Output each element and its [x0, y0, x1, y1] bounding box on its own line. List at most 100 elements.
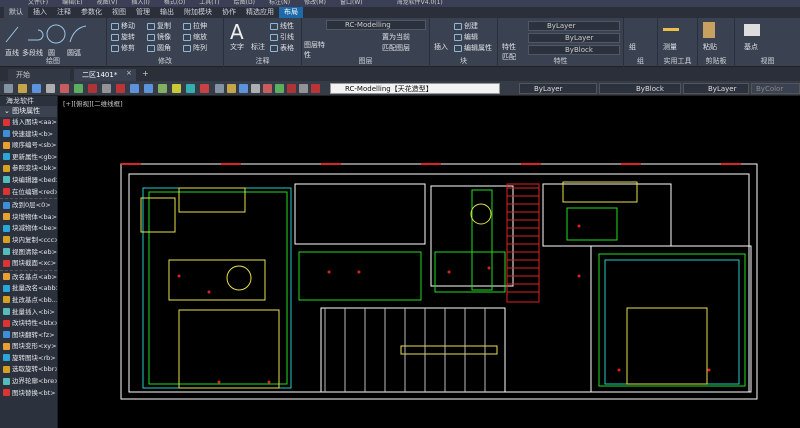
dimension-tool[interactable]: 标注: [251, 42, 265, 52]
sidebar-item[interactable]: 图块翻转<fz>: [0, 330, 57, 342]
menu-item[interactable]: 窗口(W): [340, 0, 363, 7]
linetype-dropdown[interactable]: ByLayer: [528, 33, 620, 43]
ribbon-tab[interactable]: 参数化: [76, 7, 107, 18]
ribbon-tab[interactable]: 输出: [155, 7, 179, 18]
drawing-canvas[interactable]: [+][俯视][二维线框]: [59, 96, 800, 428]
toolbar-button[interactable]: [158, 84, 167, 93]
sidebar-item[interactable]: 改名基点<ab>: [0, 272, 57, 284]
toolbar-button[interactable]: [172, 84, 181, 93]
menu-item[interactable]: 插入(I): [131, 0, 149, 7]
modify-tool[interactable]: 修剪: [111, 43, 135, 53]
ribbon-tab[interactable]: 精选应用: [241, 7, 279, 18]
sidebar-item[interactable]: 视图清除<eb>: [0, 247, 57, 259]
toolbar-button[interactable]: [186, 84, 195, 93]
text-tool[interactable]: 文字: [230, 42, 244, 52]
sidebar-item[interactable]: 改到0层<0>: [0, 200, 57, 212]
insert-tool[interactable]: 插入: [434, 42, 448, 52]
sidebar-item[interactable]: 旋转图块<rb>: [0, 353, 57, 365]
modify-tool[interactable]: 缩放: [183, 32, 207, 42]
sidebar-item[interactable]: 改块特性<btx>: [0, 318, 57, 330]
sidebar-item[interactable]: 插入图块<aa>: [0, 117, 57, 129]
modify-tool[interactable]: 旋转: [111, 32, 135, 42]
ribbon-tab[interactable]: 插入: [28, 7, 52, 18]
toolbar-button[interactable]: [144, 84, 153, 93]
ribbon-tab[interactable]: 注释: [52, 7, 76, 18]
layer-dropdown[interactable]: RC-Modelling: [326, 20, 426, 30]
lineweight-dropdown[interactable]: ByBlock: [528, 45, 620, 55]
modify-tool[interactable]: 圆角: [147, 43, 171, 53]
menu-item[interactable]: 修改(M): [304, 0, 326, 7]
sidebar-item[interactable]: 图块变形<xy>: [0, 341, 57, 353]
sidebar-item[interactable]: 更新属性<gb>: [0, 152, 57, 164]
tab-start[interactable]: 开始: [8, 69, 70, 81]
toolbar-button[interactable]: [32, 84, 41, 93]
set-current-tool[interactable]: 置为当前: [382, 32, 410, 42]
menu-item[interactable]: 绘图(D): [234, 0, 255, 7]
ribbon-tab[interactable]: 管理: [131, 7, 155, 18]
toolbar-button[interactable]: [102, 84, 111, 93]
ribbon-tab[interactable]: 附加模块: [179, 7, 217, 18]
menu-item[interactable]: 文件(F): [28, 0, 48, 7]
sidebar-item[interactable]: 块编辑器<bed>: [0, 175, 57, 187]
modify-tool[interactable]: 阵列: [183, 43, 207, 53]
sidebar-item[interactable]: 快速建块<b>: [0, 129, 57, 141]
sidebar-item[interactable]: 选取旋转<bbr>: [0, 364, 57, 376]
leader-tool[interactable]: 引线: [270, 32, 294, 42]
toolbar-button[interactable]: [275, 84, 284, 93]
plotstyle-select[interactable]: ByColor: [751, 83, 800, 94]
modify-tool[interactable]: 镜像: [147, 32, 171, 42]
toolbar-button[interactable]: [215, 84, 224, 93]
modify-tool[interactable]: 移动: [111, 21, 135, 31]
close-tab-icon[interactable]: ×: [126, 69, 132, 77]
toolbar-button[interactable]: [60, 84, 69, 93]
sidebar-item[interactable]: 块增物体<ba>: [0, 212, 57, 224]
menu-item[interactable]: 标注(N): [269, 0, 290, 7]
toolbar-button[interactable]: [46, 84, 55, 93]
sidebar-item[interactable]: 块内复制<ccc>: [0, 235, 57, 247]
menu-item[interactable]: 格式(O): [164, 0, 185, 7]
toolbar-button[interactable]: [4, 84, 13, 93]
match-layer-tool[interactable]: 匹配图层: [382, 43, 410, 53]
modify-tool[interactable]: 复制: [147, 21, 171, 31]
toolbar-button[interactable]: [74, 84, 83, 93]
sidebar-item[interactable]: 参照变块<bk>: [0, 163, 57, 175]
toolbar-button[interactable]: [239, 84, 248, 93]
toolbar-button[interactable]: [299, 84, 308, 93]
toolbar-button[interactable]: [88, 84, 97, 93]
toolbar-button[interactable]: [18, 84, 27, 93]
sidebar-item[interactable]: 批量插入<bi>: [0, 307, 57, 319]
sidebar-item[interactable]: 图块替换<bt>: [0, 388, 57, 400]
edit-block-tool[interactable]: 编辑: [454, 32, 478, 42]
edit-attributes-tool[interactable]: 编辑属性: [454, 43, 492, 53]
toolbar-button[interactable]: [251, 84, 260, 93]
table-tool[interactable]: 表格: [270, 43, 294, 53]
group-tool[interactable]: 组: [629, 42, 636, 52]
measure-tool[interactable]: 测量: [663, 42, 677, 52]
toolbar-button[interactable]: [116, 84, 125, 93]
ribbon-tab[interactable]: 布局: [279, 7, 303, 18]
menu-item[interactable]: 工具(T): [199, 0, 219, 7]
toolbar-button[interactable]: [311, 84, 320, 93]
linetype-select[interactable]: ByBlock: [599, 83, 681, 94]
sidebar-item[interactable]: 批量改名<abb>: [0, 283, 57, 295]
lineweight-select[interactable]: ByLayer: [683, 83, 749, 94]
menu-item[interactable]: 编辑(E): [62, 0, 82, 7]
paste-tool[interactable]: 粘贴: [703, 42, 717, 52]
sidebar-item[interactable]: 边界轮廓<bre>: [0, 376, 57, 388]
ribbon-tab[interactable]: 视图: [107, 7, 131, 18]
modify-tool[interactable]: 拉伸: [183, 21, 207, 31]
toolbar-button[interactable]: [200, 84, 209, 93]
section-block-attributes[interactable]: ⌄ 图块属性: [0, 106, 57, 117]
toolbar-button[interactable]: [227, 84, 236, 93]
sidebar-item[interactable]: 块减物体<be>: [0, 223, 57, 235]
ribbon-tab[interactable]: 默认: [4, 7, 28, 18]
menu-item[interactable]: 视图(V): [97, 0, 118, 7]
linear-tool[interactable]: 线性: [270, 21, 294, 31]
color-dropdown[interactable]: ByLayer: [528, 21, 620, 31]
toolbar-button[interactable]: [130, 84, 139, 93]
layer-select[interactable]: RC-Modelling【天花造型】: [330, 83, 500, 94]
sidebar-item[interactable]: 在位编辑<red>: [0, 187, 57, 199]
sidebar-item[interactable]: 顺序编号<sb>: [0, 140, 57, 152]
sidebar-item[interactable]: 批改基点<bb...>: [0, 295, 57, 307]
base-point-tool[interactable]: 基点: [744, 42, 758, 52]
